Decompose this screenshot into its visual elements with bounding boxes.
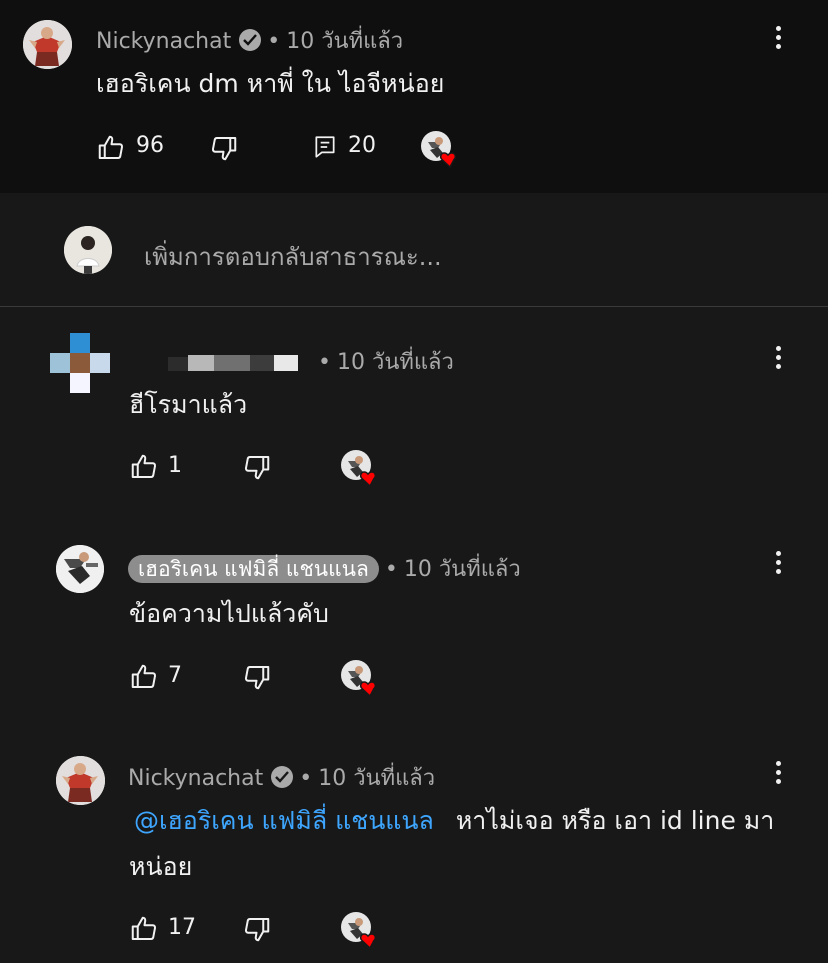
comment-text: เฮอริเคน dm หาพี่ ใน ไอจีหน่อย <box>96 69 445 98</box>
thumbs-down-icon[interactable] <box>242 914 272 944</box>
more-vert-icon[interactable] <box>767 23 791 53</box>
avatar[interactable] <box>56 756 105 805</box>
separator-dot: • <box>384 557 398 582</box>
avatar[interactable] <box>56 545 104 593</box>
more-vert-icon[interactable] <box>767 758 791 788</box>
avatar-image <box>23 20 72 69</box>
divider <box>0 306 828 307</box>
more-vert-icon[interactable] <box>767 548 791 578</box>
verified-check-icon <box>271 766 294 788</box>
channel-owner-badge[interactable]: เฮอริเคน แฟมิลี่ แชนแนล <box>128 555 379 583</box>
thumbs-up-icon[interactable] <box>129 662 159 692</box>
comment-text: ฮีโรมาแล้ว <box>129 390 248 419</box>
comment-text-line: @เฮอริเคน แฟมิลี่ แชนแนล หาไม่เจอ หรือ เอ… <box>134 801 774 841</box>
avatar-image <box>56 545 104 593</box>
avatar-image <box>64 226 112 274</box>
author-name[interactable]: Nickynachat <box>96 29 231 54</box>
thumbs-down-icon[interactable] <box>242 662 272 692</box>
timestamp[interactable]: 10 วันที่แล้ว <box>286 29 403 54</box>
timestamp[interactable]: 10 วันที่แล้ว <box>318 766 435 791</box>
reply-count[interactable]: 20 <box>348 133 376 158</box>
pixelated-avatar-image <box>50 333 110 393</box>
timestamp[interactable]: 10 วันที่แล้ว <box>337 350 454 375</box>
avatar[interactable] <box>50 333 110 393</box>
like-count: 1 <box>168 453 182 478</box>
thumbs-up-icon[interactable] <box>129 914 159 944</box>
comment-meta: • 10 วันที่แล้ว <box>312 344 454 379</box>
thumbs-up-icon[interactable] <box>96 133 126 163</box>
thumbs-up-icon[interactable] <box>129 452 159 482</box>
avatar-image <box>56 756 105 805</box>
redacted-name-image <box>168 355 298 371</box>
mention-link[interactable]: @เฮอริเคน แฟมิลี่ แชนแนล <box>134 806 434 835</box>
verified-check-icon <box>239 29 262 51</box>
comment-meta: Nickynachat • 10 วันที่แล้ว <box>128 760 435 795</box>
blurred-author-name[interactable] <box>158 351 310 373</box>
separator-dot: • <box>267 29 281 54</box>
separator-dot: • <box>299 766 313 791</box>
creator-heart-icon <box>339 911 381 951</box>
thumbs-down-icon[interactable] <box>242 452 272 482</box>
separator-dot: • <box>318 350 331 375</box>
comment-text: ข้อความไปแล้วคับ <box>129 599 329 628</box>
timestamp[interactable]: 10 วันที่แล้ว <box>404 557 521 582</box>
comment-meta: Nickynachat • 10 วันที่แล้ว <box>96 23 403 58</box>
creator-heart-icon <box>419 130 461 170</box>
thumbs-down-icon[interactable] <box>209 133 239 163</box>
comment-text-continued: หน่อย <box>129 852 193 881</box>
comment-meta: เฮอริเคน แฟมิลี่ แชนแนล • 10 วันที่แล้ว <box>128 551 521 586</box>
like-count: 96 <box>136 133 164 158</box>
more-vert-icon[interactable] <box>767 343 791 373</box>
comment-icon[interactable] <box>312 133 338 161</box>
comment-text: หาไม่เจอ หรือ เอา id line มา <box>455 806 775 835</box>
creator-heart-icon <box>339 449 381 489</box>
reply-input[interactable]: เพิ่มการตอบกลับสาธารณะ... <box>144 237 442 276</box>
author-name[interactable]: Nickynachat <box>128 766 263 791</box>
avatar[interactable] <box>23 20 72 69</box>
like-count: 17 <box>168 915 196 940</box>
top-comment: Nickynachat • 10 วันที่แล้ว เฮอริเคน dm หา… <box>0 0 828 193</box>
current-user-avatar <box>64 226 112 274</box>
like-count: 7 <box>168 663 182 688</box>
creator-heart-icon <box>339 659 381 699</box>
